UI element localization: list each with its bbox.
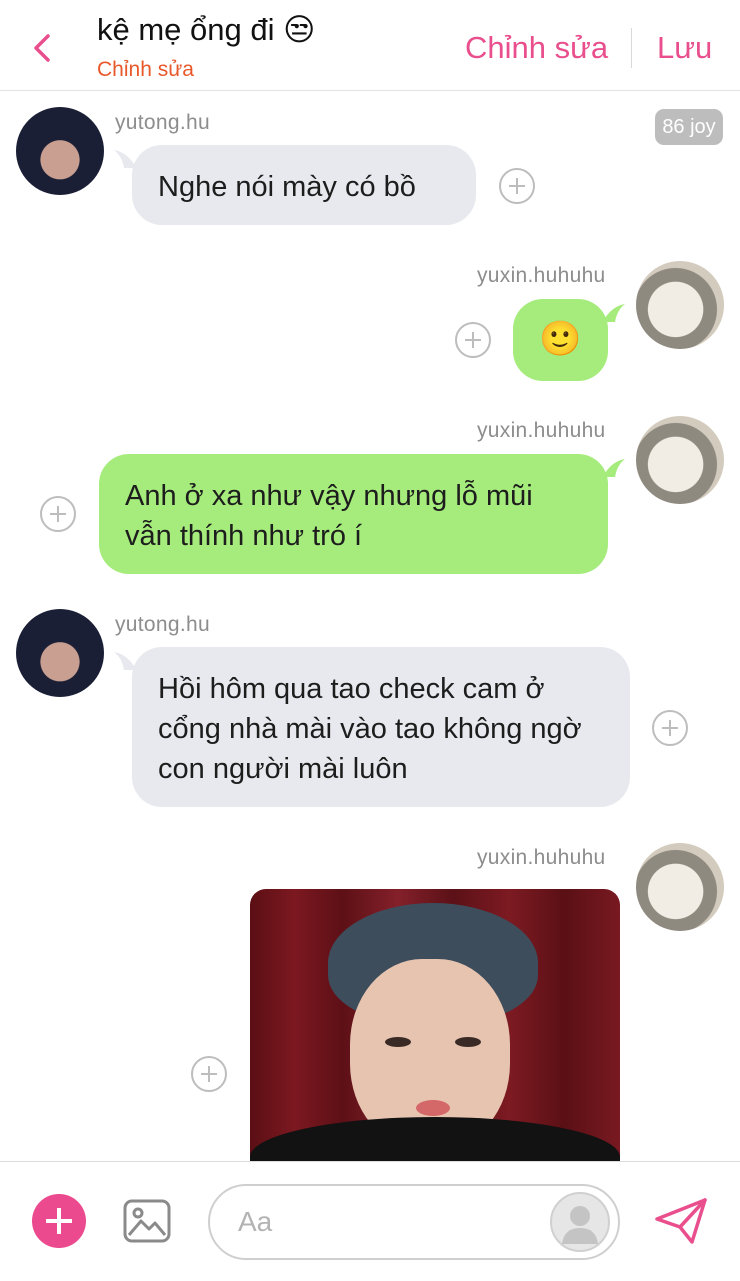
chevron-left-icon bbox=[34, 34, 50, 62]
bubble-tail bbox=[114, 652, 134, 670]
message-bubble[interactable]: Anh ở xa như vậy nhưng lỗ mũi vẫn thính … bbox=[99, 454, 608, 574]
add-reaction-icon[interactable] bbox=[499, 168, 535, 204]
sender-name: yutong.hu bbox=[115, 613, 210, 636]
send-button[interactable] bbox=[654, 1197, 708, 1245]
image-icon bbox=[123, 1199, 171, 1243]
sender-name: yuxin.huhuhu bbox=[477, 846, 606, 869]
plus-icon[interactable] bbox=[32, 1194, 86, 1248]
chat-header: kệ mẹ ổng đi 😒 Chỉnh sửa Chỉnh sửa Lưu bbox=[0, 0, 740, 91]
avatar-yuxin[interactable] bbox=[636, 261, 724, 349]
photo-eye bbox=[455, 1037, 481, 1047]
add-reaction-icon[interactable] bbox=[652, 710, 688, 746]
sender-name: yuxin.huhuhu bbox=[477, 419, 606, 442]
chat-subtitle[interactable]: Chỉnh sửa bbox=[97, 58, 194, 82]
message-list[interactable]: 86 joy yutong.hu Nghe nói mày có bồ yuxi… bbox=[0, 91, 740, 1161]
joy-badge: 86 joy bbox=[655, 109, 723, 145]
back-button[interactable] bbox=[26, 28, 62, 68]
bubble-tail bbox=[605, 304, 625, 322]
add-reaction-icon[interactable] bbox=[191, 1056, 227, 1092]
edit-button[interactable]: Chỉnh sửa bbox=[465, 30, 608, 66]
sender-name: yuxin.huhuhu bbox=[477, 264, 606, 287]
message-bubble[interactable]: Hồi hôm qua tao check cam ở cổng nhà mài… bbox=[132, 647, 630, 807]
header-divider bbox=[631, 28, 632, 68]
photo-eye bbox=[385, 1037, 411, 1047]
bubble-tail bbox=[605, 459, 625, 477]
image-button[interactable] bbox=[123, 1197, 171, 1245]
avatar-yutong[interactable] bbox=[16, 609, 104, 697]
composer-bar: Aa bbox=[0, 1161, 740, 1281]
avatar-placeholder-icon bbox=[562, 1206, 598, 1244]
photo-mouth bbox=[416, 1100, 450, 1116]
avatar-yutong[interactable] bbox=[16, 107, 104, 195]
message-input-placeholder: Aa bbox=[238, 1206, 273, 1237]
avatar-yuxin[interactable] bbox=[636, 416, 724, 504]
avatar-yuxin[interactable] bbox=[636, 843, 724, 931]
send-icon bbox=[655, 1198, 707, 1244]
chat-title: kệ mẹ ổng đi 😒 bbox=[97, 12, 316, 47]
voice-avatar-button[interactable] bbox=[550, 1192, 610, 1252]
message-bubble[interactable]: 🙂 bbox=[513, 299, 608, 381]
photo-body bbox=[250, 1117, 620, 1161]
photo-message[interactable] bbox=[250, 889, 620, 1161]
add-reaction-icon[interactable] bbox=[40, 496, 76, 532]
message-bubble[interactable]: Nghe nói mày có bồ bbox=[132, 145, 476, 225]
message-input[interactable]: Aa bbox=[208, 1184, 620, 1260]
sender-name: yutong.hu bbox=[115, 111, 210, 134]
save-button[interactable]: Lưu bbox=[657, 30, 712, 66]
add-reaction-icon[interactable] bbox=[455, 322, 491, 358]
bubble-tail bbox=[114, 150, 134, 168]
